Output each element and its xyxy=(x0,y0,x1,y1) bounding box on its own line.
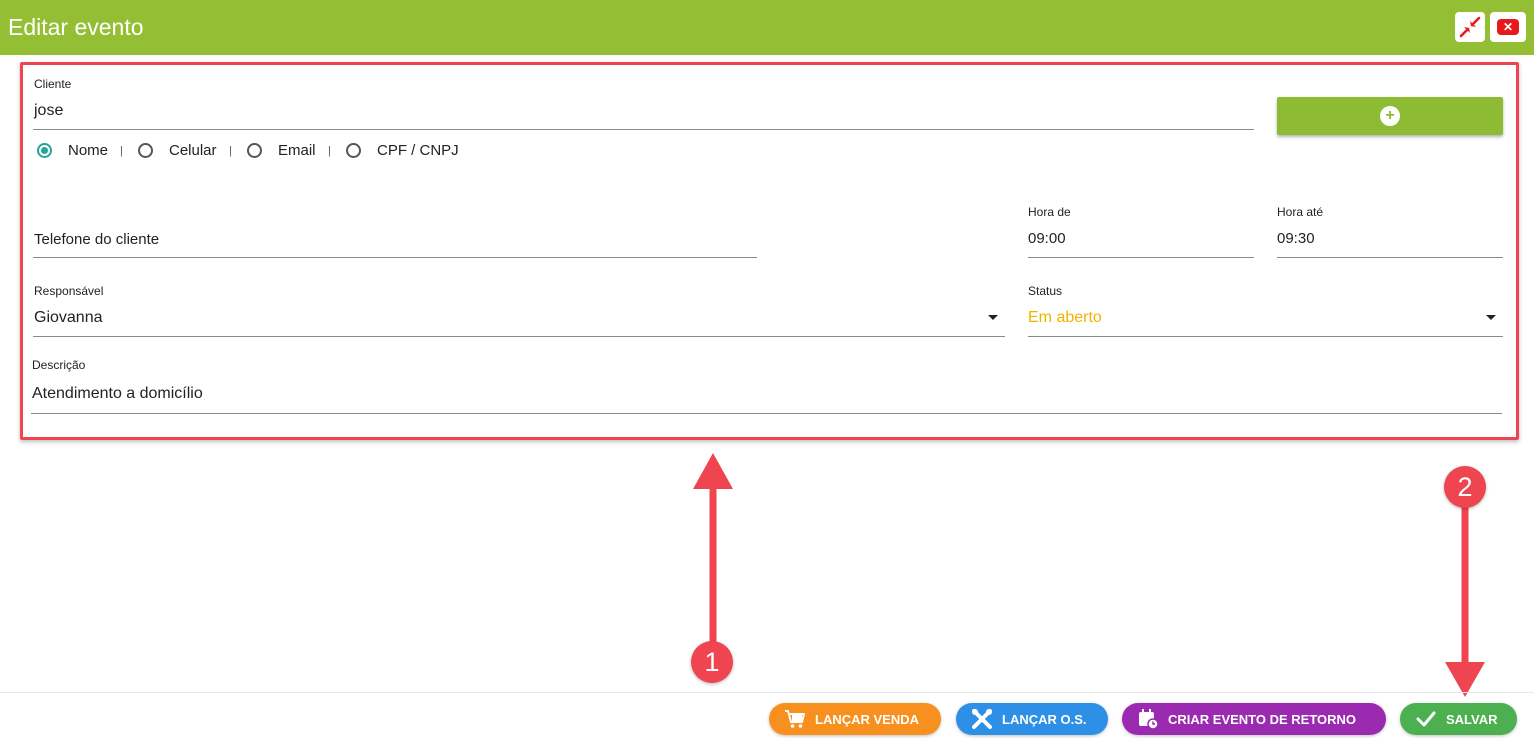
footer-divider xyxy=(0,692,1534,693)
cart-icon xyxy=(783,707,807,731)
criar-evento-retorno-label: CRIAR EVENTO DE RETORNO xyxy=(1168,711,1357,727)
lancar-os-button[interactable]: LANÇAR O.S. xyxy=(956,703,1108,735)
criar-evento-retorno-button[interactable]: CRIAR EVENTO DE RETORNO xyxy=(1122,703,1386,735)
check-icon xyxy=(1414,707,1438,731)
lancar-venda-label: LANÇAR VENDA xyxy=(815,711,919,727)
salvar-label: SALVAR xyxy=(1446,711,1498,727)
lancar-venda-button[interactable]: LANÇAR VENDA xyxy=(769,703,941,735)
annotation-arrow-up xyxy=(693,453,733,644)
salvar-button[interactable]: SALVAR xyxy=(1400,703,1517,735)
annotation-marker-1: 1 xyxy=(691,641,733,683)
annotation-arrow-down xyxy=(1445,496,1485,697)
annotation-arrows xyxy=(693,453,1485,697)
tools-icon xyxy=(970,707,994,731)
calendar-clock-icon xyxy=(1136,707,1160,731)
annotation-marker-2: 2 xyxy=(1444,466,1486,508)
lancar-os-label: LANÇAR O.S. xyxy=(1002,711,1087,727)
